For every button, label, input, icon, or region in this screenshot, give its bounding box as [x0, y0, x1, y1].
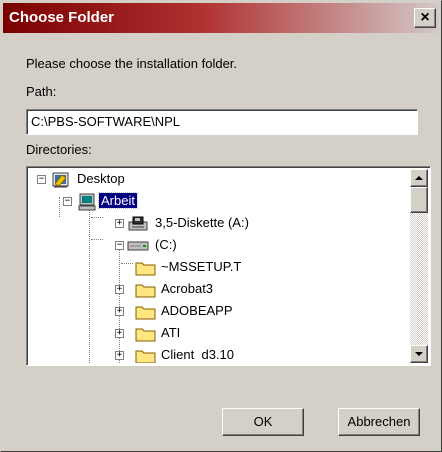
- scroll-up-button[interactable]: [410, 169, 428, 187]
- tree-item-label: Acrobat3: [161, 281, 214, 296]
- arrow-up-icon: [415, 176, 423, 180]
- tree-item-floppy[interactable]: + 3,5-Diskette (A:): [29, 213, 399, 235]
- collapse-icon[interactable]: −: [63, 197, 72, 206]
- tree-item-folder[interactable]: + ATI: [29, 323, 399, 345]
- directory-tree[interactable]: − Desktop − Arbeit + 3,5-Diskette (A:) −…: [26, 166, 431, 366]
- hard-drive-icon: [127, 241, 149, 251]
- path-input[interactable]: C:\PBS-SOFTWARE\NPL: [26, 109, 418, 135]
- vertical-scrollbar[interactable]: [410, 169, 428, 363]
- tree-item-c-drive[interactable]: − (C:): [29, 235, 399, 257]
- collapse-icon[interactable]: −: [115, 241, 124, 250]
- tree-content: − Desktop − Arbeit + 3,5-Diskette (A:) −…: [29, 169, 407, 363]
- tree-item-label: ADOBEAPP: [161, 303, 233, 318]
- expand-icon[interactable]: +: [115, 219, 124, 228]
- tree-item-label: ~MSSETUP.T: [161, 259, 242, 274]
- computer-icon: [78, 193, 96, 211]
- desktop-icon: [52, 172, 69, 188]
- tree-item-folder[interactable]: + Acrobat3: [29, 279, 399, 301]
- tree-item-label: Client d3.10: [161, 347, 234, 362]
- cancel-button[interactable]: Abbrechen: [338, 408, 420, 436]
- tree-item-desktop[interactable]: − Desktop: [29, 169, 399, 191]
- expand-icon[interactable]: +: [115, 285, 124, 294]
- folder-icon: [135, 262, 156, 276]
- collapse-icon[interactable]: −: [37, 175, 46, 184]
- path-label: Path:: [26, 84, 57, 99]
- arrow-down-icon: [415, 352, 423, 356]
- tree-item-label: (C:): [155, 237, 177, 252]
- tree-item-label: Desktop: [77, 171, 125, 186]
- window-title: Choose Folder: [9, 9, 115, 26]
- tree-item-folder[interactable]: + Client d3.10: [29, 345, 399, 363]
- tree-item-label: 3,5-Diskette (A:): [155, 215, 249, 230]
- close-icon: ×: [420, 9, 430, 26]
- tree-item-folder[interactable]: ~MSSETUP.T: [29, 257, 399, 279]
- tree-item-folder[interactable]: + ADOBEAPP: [29, 301, 399, 323]
- ok-button[interactable]: OK: [222, 408, 304, 436]
- tree-item-label: ATI: [161, 325, 181, 340]
- expand-icon[interactable]: +: [115, 307, 124, 316]
- tree-item-arbeit[interactable]: − Arbeit: [29, 191, 399, 213]
- folder-icon: [135, 328, 156, 342]
- folder-icon: [135, 284, 156, 298]
- directories-label: Directories:: [26, 142, 92, 157]
- scroll-thumb[interactable]: [410, 187, 428, 213]
- scroll-down-button[interactable]: [410, 345, 428, 363]
- expand-icon[interactable]: +: [115, 351, 124, 360]
- instruction-text: Please choose the installation folder.: [26, 56, 238, 71]
- expand-icon[interactable]: +: [115, 329, 124, 338]
- close-button[interactable]: ×: [414, 8, 436, 28]
- folder-icon: [135, 306, 156, 320]
- choose-folder-dialog: Choose Folder × Please choose the instal…: [0, 0, 442, 452]
- title-bar[interactable]: Choose Folder ×: [3, 3, 439, 33]
- folder-icon: [135, 350, 156, 363]
- tree-item-label: Arbeit: [98, 192, 138, 209]
- floppy-drive-icon: [128, 216, 148, 231]
